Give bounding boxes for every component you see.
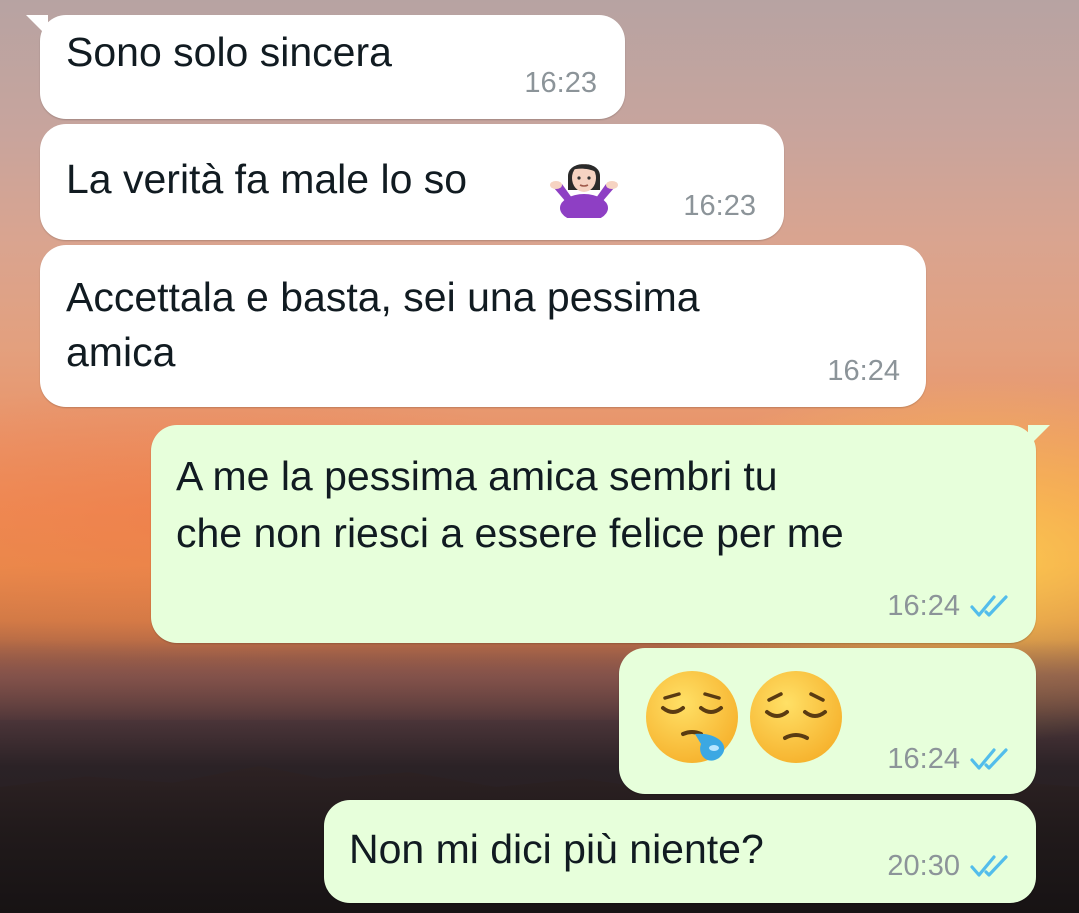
sleepy-face-icon xyxy=(643,668,741,771)
message-time: 20:30 xyxy=(887,850,1016,882)
message-timestamp: 16:23 xyxy=(683,190,756,222)
bubble-tail xyxy=(26,15,48,37)
message-text: La verità fa male lo so xyxy=(66,156,468,202)
read-receipt-icon xyxy=(970,593,1016,619)
message-timestamp: 16:24 xyxy=(827,355,900,387)
message-time: 16:23 xyxy=(524,67,597,99)
message-text-line: che non riesci a essere felice per me xyxy=(176,510,844,556)
pensive-face-icon xyxy=(747,668,845,771)
read-receipt-icon xyxy=(970,746,1016,772)
message-timestamp: 16:24 xyxy=(887,743,960,775)
person-shrugging-icon xyxy=(548,154,620,223)
message-bubble-outgoing[interactable]: A me la pessima amica sembri tu che non … xyxy=(151,425,1050,643)
message-timestamp: 16:24 xyxy=(887,590,960,622)
message-text-line: A me la pessima amica sembri tu xyxy=(176,453,778,499)
message-time: 16:24 xyxy=(887,743,1016,775)
message-bubble-incoming[interactable]: La verità fa male lo so 16:23 xyxy=(40,124,784,240)
message-text: Non mi dici più niente? xyxy=(349,826,764,872)
message-text-line: amica xyxy=(66,329,176,375)
message-bubble-outgoing[interactable]: Non mi dici più niente? 20:30 xyxy=(324,800,1036,903)
message-text: Sono solo sincera xyxy=(66,29,392,75)
message-timestamp: 20:30 xyxy=(887,850,960,882)
message-time: 16:24 xyxy=(887,590,1016,622)
message-bubble-incoming[interactable]: Sono solo sincera 16:23 xyxy=(26,15,625,119)
message-timestamp: 16:23 xyxy=(524,67,597,99)
message-bubble-incoming[interactable]: Accettala e basta, sei una pessima amica… xyxy=(40,245,926,407)
read-receipt-icon xyxy=(970,853,1016,879)
message-time: 16:23 xyxy=(683,190,756,222)
bubble-tail xyxy=(1028,425,1050,447)
message-time: 16:24 xyxy=(827,355,900,387)
message-bubble-outgoing[interactable]: 16:24 xyxy=(619,648,1036,794)
message-text-line: Accettala e basta, sei una pessima xyxy=(66,274,700,320)
